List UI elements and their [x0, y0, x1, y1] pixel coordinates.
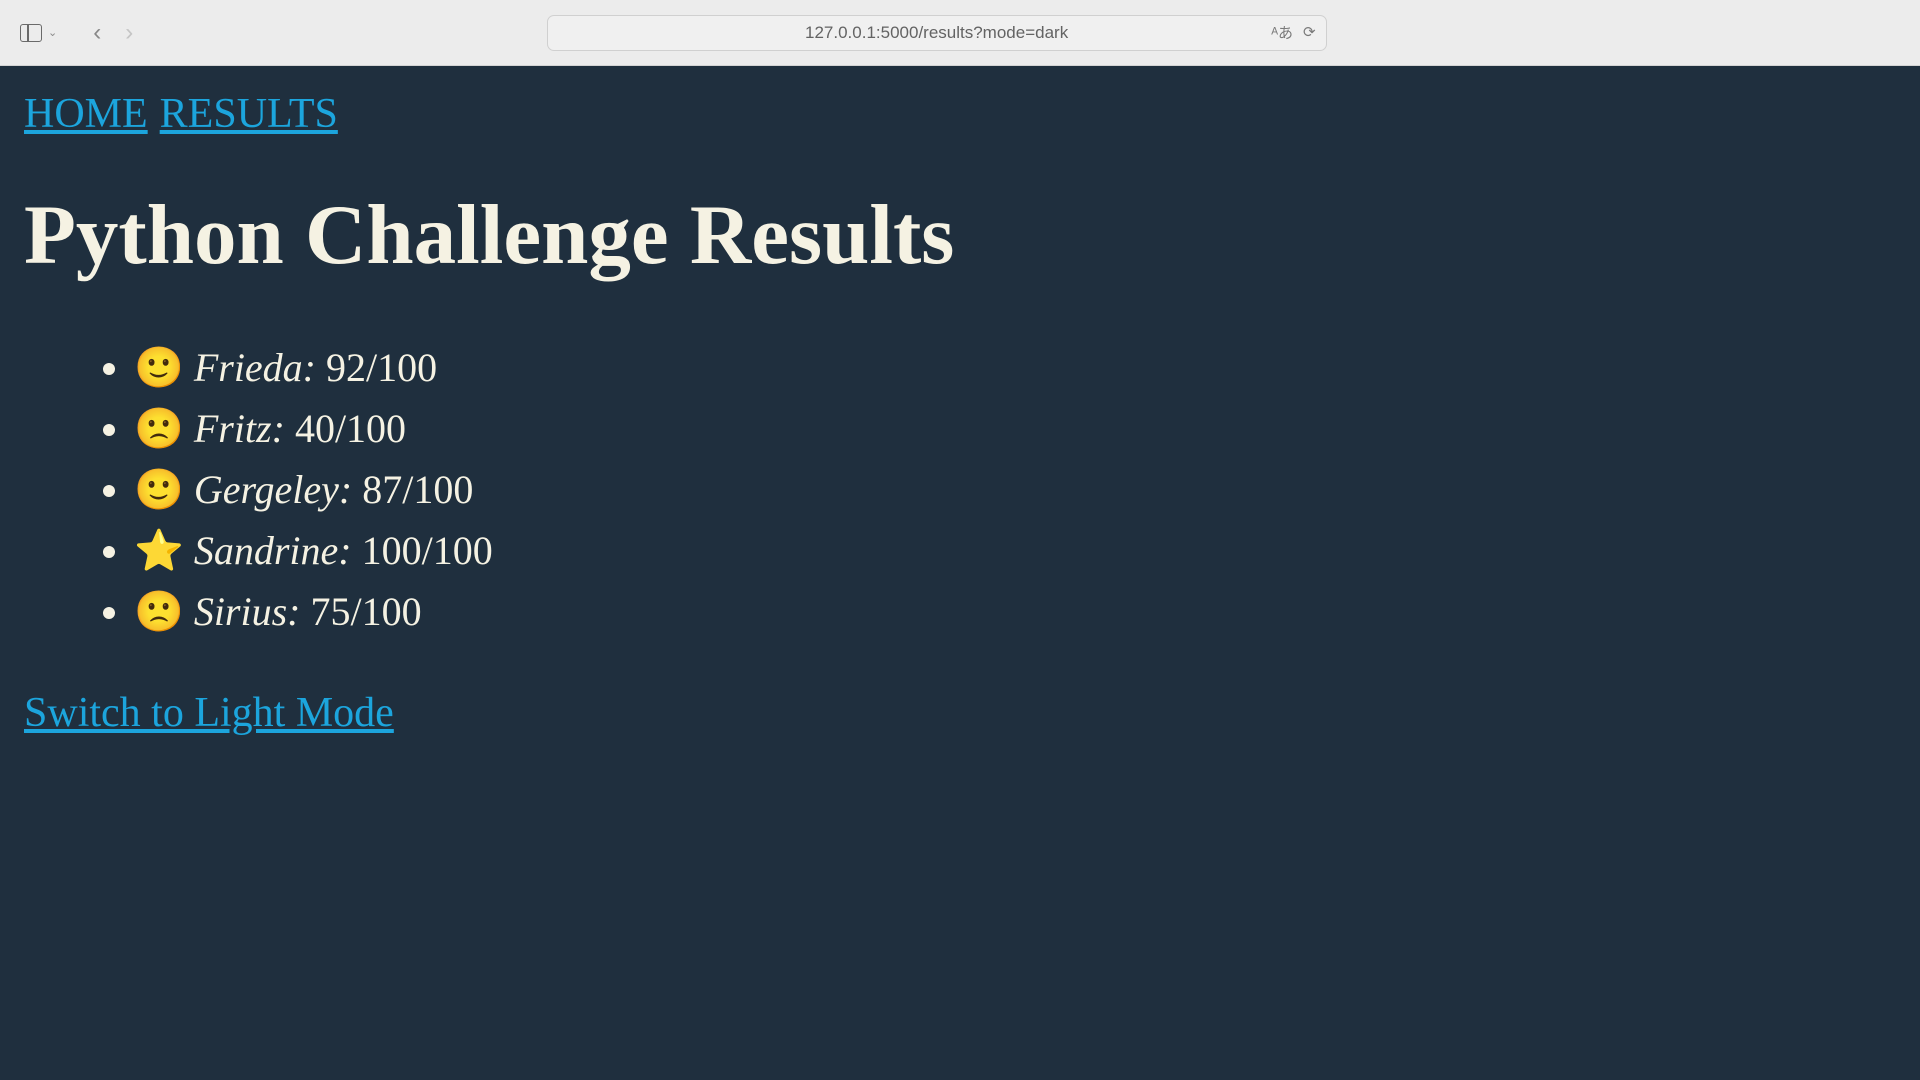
result-score: 92/100	[326, 345, 437, 390]
result-emoji: 🙂	[134, 345, 184, 390]
list-item: ⭐ Sandrine: 100/100	[134, 527, 1896, 574]
forward-button[interactable]: ›	[125, 19, 133, 47]
result-score: 87/100	[362, 467, 473, 512]
result-name: Fritz:	[194, 406, 285, 451]
result-name: Frieda:	[194, 345, 316, 390]
nav-links: HOME RESULTS	[24, 90, 1896, 138]
reader-icon[interactable]: ᴬあ	[1271, 22, 1293, 43]
result-emoji: 🙂	[134, 467, 184, 512]
result-score: 40/100	[295, 406, 406, 451]
result-score: 100/100	[362, 528, 493, 573]
list-item: 🙂 Frieda: 92/100	[134, 344, 1896, 391]
list-item: 🙁 Fritz: 40/100	[134, 405, 1896, 452]
nav-link-home[interactable]: HOME	[24, 91, 148, 137]
sidebar-toggle-button[interactable]: ⌄	[20, 24, 57, 42]
nav-arrows: ‹ ›	[93, 19, 133, 47]
page-title: Python Challenge Results	[24, 186, 1896, 284]
result-emoji: ⭐	[134, 528, 184, 573]
mode-switch-link[interactable]: Switch to Light Mode	[24, 690, 394, 736]
url-text: 127.0.0.1:5000/results?mode=dark	[805, 23, 1068, 43]
result-name: Sandrine:	[194, 528, 352, 573]
list-item: 🙂 Gergeley: 87/100	[134, 466, 1896, 513]
result-score: 75/100	[311, 589, 422, 634]
list-item: 🙁 Sirius: 75/100	[134, 588, 1896, 635]
page-body: HOME RESULTS Python Challenge Results 🙂 …	[0, 66, 1920, 1080]
browser-toolbar: ⌄ ‹ › 127.0.0.1:5000/results?mode=dark ᴬ…	[0, 0, 1920, 66]
url-controls: ᴬあ ⟳	[1271, 22, 1315, 43]
nav-link-results[interactable]: RESULTS	[160, 91, 338, 137]
results-list: 🙂 Frieda: 92/100 🙁 Fritz: 40/100 🙂 Gerge…	[24, 344, 1896, 635]
result-name: Sirius:	[194, 589, 301, 634]
result-emoji: 🙁	[134, 406, 184, 451]
reload-icon[interactable]: ⟳	[1303, 23, 1316, 42]
back-button[interactable]: ‹	[93, 19, 101, 47]
chevron-down-icon: ⌄	[48, 26, 57, 39]
sidebar-icon	[20, 24, 42, 42]
result-name: Gergeley:	[194, 467, 352, 512]
address-bar[interactable]: 127.0.0.1:5000/results?mode=dark ᴬあ ⟳	[547, 15, 1327, 51]
result-emoji: 🙁	[134, 589, 184, 634]
